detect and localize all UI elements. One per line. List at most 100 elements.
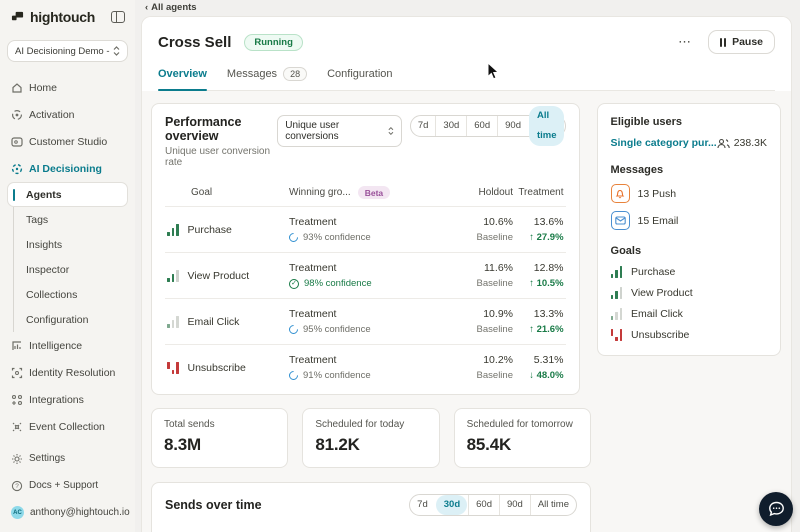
sidebar-item-configuration[interactable]: Configuration bbox=[13, 307, 135, 332]
sidebar-item-home[interactable]: Home bbox=[0, 74, 135, 101]
push-messages-item: 13 Push bbox=[611, 184, 767, 203]
customer-studio-icon bbox=[11, 136, 23, 148]
sidebar-item-settings[interactable]: Settings bbox=[0, 445, 135, 472]
col-treatment: Treatment bbox=[513, 187, 564, 198]
range-all-time[interactable]: All time bbox=[530, 495, 576, 515]
summary-panel: Eligible users Single category pur... 23… bbox=[597, 103, 781, 356]
beta-badge: Beta bbox=[358, 186, 390, 199]
sidebar-item-integrations[interactable]: Integrations bbox=[0, 386, 135, 413]
bar-chart-icon bbox=[611, 308, 623, 320]
range-7d[interactable]: 7d bbox=[410, 495, 435, 515]
sidebar-collapse-icon[interactable] bbox=[111, 11, 125, 23]
stat-scheduled-tomorrow: Scheduled for tomorrow 85.4K bbox=[454, 408, 591, 468]
range-90d[interactable]: 90d bbox=[497, 116, 528, 136]
sidebar-nav: Home Activation Customer Studio AI Decis… bbox=[0, 74, 135, 440]
bar-chart-icon bbox=[167, 224, 179, 236]
goals-title: Goals bbox=[611, 245, 767, 257]
lift-down-arrow: ↓ bbox=[529, 370, 534, 381]
eligible-users-link[interactable]: Single category pur... bbox=[611, 137, 717, 149]
event-collection-icon bbox=[11, 421, 23, 433]
range-90d[interactable]: 90d bbox=[499, 495, 530, 515]
tab-configuration[interactable]: Configuration bbox=[327, 67, 392, 90]
activation-icon bbox=[11, 109, 23, 121]
goal-item-unsubscribe: Unsubscribe bbox=[611, 329, 767, 341]
sidebar-item-docs-support[interactable]: ? Docs + Support bbox=[0, 472, 135, 499]
sidebar-item-account[interactable]: AC anthony@hightouch.io bbox=[0, 499, 135, 526]
range-60d[interactable]: 60d bbox=[468, 495, 499, 515]
pause-button[interactable]: Pause bbox=[708, 30, 775, 54]
chevron-updown-icon bbox=[113, 46, 120, 56]
metric-select[interactable]: Unique user conversions bbox=[277, 115, 402, 147]
goal-item-purchase: Purchase bbox=[611, 266, 767, 278]
intelligence-icon bbox=[11, 340, 23, 352]
main-area: ‹ All agents Cross Sell Running ⋯ Pause … bbox=[135, 0, 800, 532]
page-header: Cross Sell Running ⋯ Pause Overview Mess… bbox=[142, 17, 791, 91]
integrations-icon bbox=[11, 394, 23, 406]
logo-row: hightouch bbox=[0, 0, 135, 34]
bar-chart-icon bbox=[167, 270, 179, 282]
identity-resolution-icon bbox=[11, 367, 23, 379]
stats-row: Total sends 8.3M Scheduled for today 81.… bbox=[151, 408, 591, 468]
sidebar-item-label: Home bbox=[29, 82, 57, 94]
breadcrumb[interactable]: ‹ All agents bbox=[135, 0, 800, 15]
svg-text:?: ? bbox=[15, 483, 19, 490]
tab-overview[interactable]: Overview bbox=[158, 67, 207, 90]
sidebar-item-label: Configuration bbox=[26, 314, 88, 326]
sidebar-item-label: Intelligence bbox=[29, 340, 82, 352]
bar-chart-icon-red bbox=[167, 362, 179, 374]
sidebar-item-ai-decisioning[interactable]: AI Decisioning bbox=[0, 155, 135, 182]
sidebar-item-insights[interactable]: Insights bbox=[13, 232, 135, 257]
tab-messages[interactable]: Messages28 bbox=[227, 67, 307, 90]
sidebar-item-label: Tags bbox=[26, 214, 48, 226]
users-icon bbox=[717, 138, 730, 149]
messages-title: Messages bbox=[611, 164, 767, 176]
confidence-pending-icon bbox=[287, 323, 300, 336]
chat-widget-button[interactable] bbox=[759, 492, 793, 526]
range-30d[interactable]: 30d bbox=[435, 116, 466, 136]
sidebar-item-identity-resolution[interactable]: Identity Resolution bbox=[0, 359, 135, 386]
help-icon: ? bbox=[11, 480, 23, 492]
metric-select-value: Unique user conversions bbox=[285, 120, 376, 142]
gear-icon bbox=[11, 453, 23, 465]
lift-up-arrow: ↑ bbox=[529, 232, 534, 243]
confidence-pending-icon bbox=[287, 231, 300, 244]
envelope-icon bbox=[611, 211, 630, 230]
sidebar-item-label: Activation bbox=[29, 109, 75, 121]
sidebar-item-customer-studio[interactable]: Customer Studio bbox=[0, 128, 135, 155]
range-all-time[interactable]: All time bbox=[529, 106, 564, 146]
table-row-unsubscribe: Unsubscribe Treatment 91% confidence 10.… bbox=[165, 344, 566, 390]
tab-bar: Overview Messages28 Configuration bbox=[158, 67, 775, 91]
range-7d[interactable]: 7d bbox=[411, 116, 436, 136]
page-container: Cross Sell Running ⋯ Pause Overview Mess… bbox=[141, 16, 792, 532]
sidebar-item-tags[interactable]: Tags bbox=[13, 207, 135, 232]
sidebar-item-event-collection[interactable]: Event Collection bbox=[0, 413, 135, 440]
sidebar-item-collections[interactable]: Collections bbox=[13, 282, 135, 307]
range-30d[interactable]: 30d bbox=[436, 495, 467, 515]
table-row-email-click: Email Click Treatment 95% confidence 10.… bbox=[165, 298, 566, 344]
status-badge: Running bbox=[244, 34, 303, 51]
performance-overview-card: Performance overview Unique user convers… bbox=[151, 103, 580, 395]
sidebar-item-activation[interactable]: Activation bbox=[0, 101, 135, 128]
stat-scheduled-today: Scheduled for today 81.2K bbox=[302, 408, 439, 468]
performance-table-header: Goal Winning gro...Beta Holdout Treatmen… bbox=[165, 180, 566, 206]
pause-icon bbox=[720, 38, 726, 47]
bar-chart-icon bbox=[611, 287, 623, 299]
goal-item-email-click: Email Click bbox=[611, 308, 767, 320]
page-content: Performance overview Unique user convers… bbox=[142, 91, 791, 532]
sidebar-item-intelligence[interactable]: Intelligence bbox=[0, 332, 135, 359]
sidebar-item-agents[interactable]: Agents bbox=[7, 182, 128, 207]
sends-over-time-card: Sends over time 7d 30d 60d 90d All time … bbox=[151, 482, 591, 532]
range-60d[interactable]: 60d bbox=[466, 116, 497, 136]
confidence-pending-icon bbox=[287, 369, 300, 382]
sidebar-item-inspector[interactable]: Inspector bbox=[13, 257, 135, 282]
hightouch-logo-icon bbox=[11, 11, 24, 24]
ai-decisioning-icon bbox=[11, 163, 23, 175]
stat-total-sends: Total sends 8.3M bbox=[151, 408, 288, 468]
workspace-selector[interactable]: AI Decisioning Demo - ... bbox=[7, 40, 128, 62]
breadcrumb-label: All agents bbox=[151, 2, 196, 13]
active-tick bbox=[13, 189, 15, 201]
overflow-menu-icon[interactable]: ⋯ bbox=[674, 35, 696, 49]
bar-chart-icon-red bbox=[611, 329, 623, 341]
sidebar-footer: Settings ? Docs + Support AC anthony@hig… bbox=[0, 445, 135, 526]
avatar: AC bbox=[11, 506, 24, 519]
